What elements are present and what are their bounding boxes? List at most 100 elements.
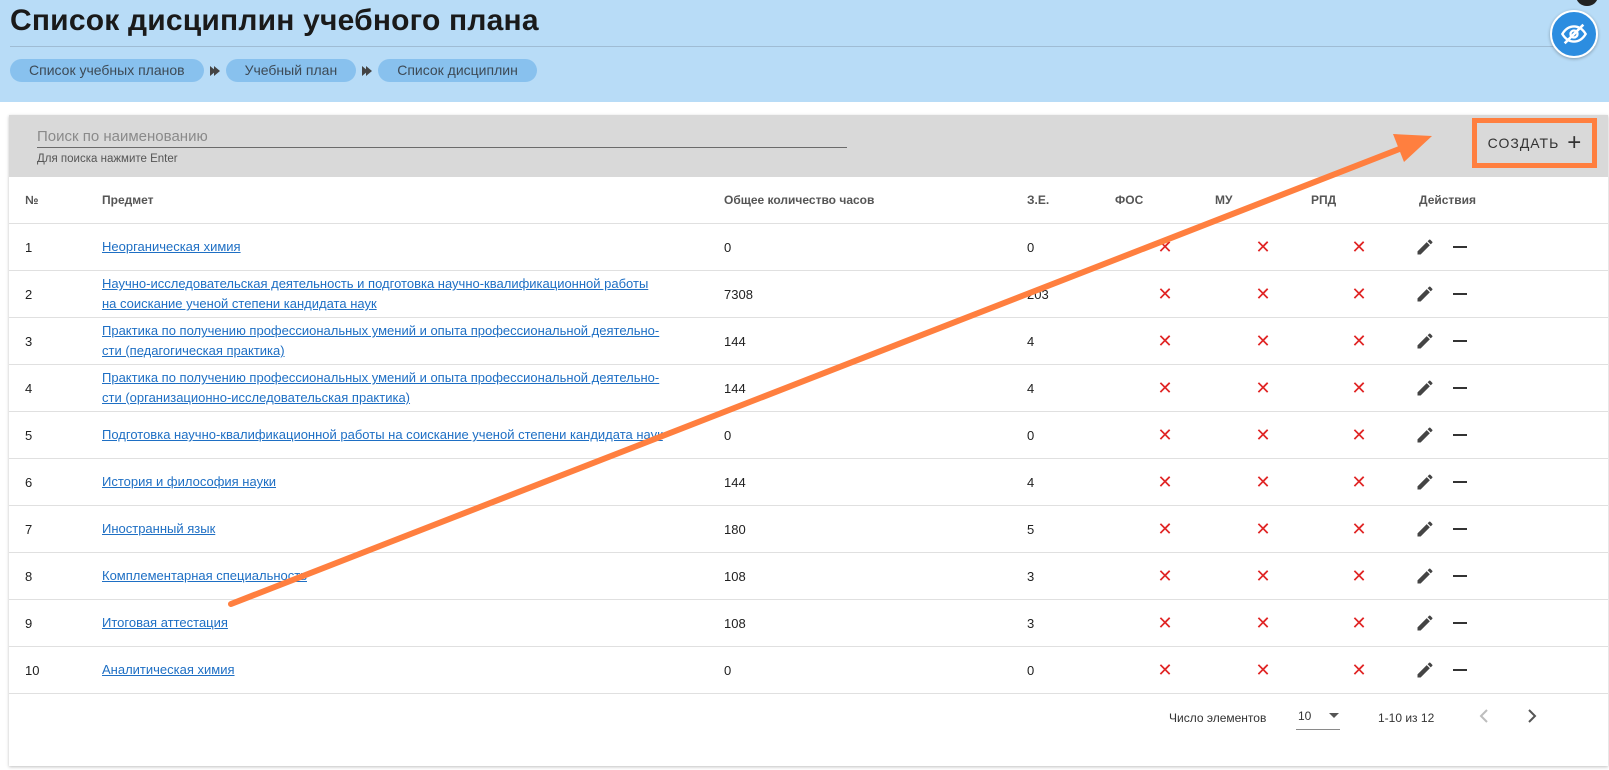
row-actions	[1407, 284, 1608, 304]
edit-icon[interactable]	[1415, 425, 1435, 445]
subject-link[interactable]: Иностранный язык	[102, 521, 215, 536]
close-icon: ✕	[1157, 612, 1173, 633]
visibility-toggle-button[interactable]	[1550, 10, 1598, 58]
minus-icon[interactable]	[1453, 528, 1467, 530]
minus-icon[interactable]	[1453, 481, 1467, 483]
subject-link-line: Практика по получению профессиональных у…	[102, 370, 660, 385]
rpd-cell: ✕	[1311, 599, 1407, 647]
minus-icon[interactable]	[1453, 434, 1467, 436]
subject-link[interactable]: Практика по получению профессиональных у…	[102, 370, 659, 405]
subject-link-line: Подготовка научно-квалификационной работ…	[102, 427, 663, 442]
subject-link-line: сти (организационно-исследовательская пр…	[102, 390, 411, 405]
subject-link[interactable]: Подготовка научно-квалификационной работ…	[102, 427, 663, 442]
actions-cell	[1407, 458, 1608, 506]
subject-link-line: Комплементарная специальность	[102, 568, 307, 583]
mu-cell: ✕	[1215, 364, 1311, 412]
disciplines-card: Для поиска нажмите Enter СОЗДАТЬ + № Пре…	[9, 115, 1608, 766]
edit-icon[interactable]	[1415, 566, 1435, 586]
edit-icon[interactable]	[1415, 331, 1435, 351]
column-header-ze[interactable]: З.Е.	[1027, 177, 1115, 224]
fos-cell: ✕	[1115, 317, 1215, 365]
actions-cell	[1407, 223, 1608, 271]
close-icon: ✕	[1255, 565, 1271, 586]
close-icon: ✕	[1351, 377, 1367, 398]
hours-cell: 144	[724, 317, 1027, 365]
edit-icon[interactable]	[1415, 237, 1435, 257]
avatar	[1576, 0, 1598, 6]
minus-icon[interactable]	[1453, 622, 1467, 624]
minus-icon[interactable]	[1453, 387, 1467, 389]
table-row: 3 Практика по получению профессиональных …	[9, 317, 1608, 365]
column-header-hours[interactable]: Общее количество часов	[724, 177, 1027, 224]
chevron-right-icon	[1528, 709, 1537, 723]
table-body: 1 Неорганическая химия 0 0 ✕ ✕ ✕ 2 Научно-исслед…	[9, 223, 1608, 694]
close-icon: ✕	[1351, 518, 1367, 539]
rpd-cell: ✕	[1311, 411, 1407, 459]
breadcrumb-study-plans-list[interactable]: Список учебных планов	[10, 59, 204, 82]
hours-cell: 144	[724, 458, 1027, 506]
table-row: 7 Иностранный язык 180 5 ✕ ✕ ✕	[9, 505, 1608, 553]
column-header-rpd[interactable]: РПД	[1311, 177, 1407, 224]
table-row: 5 Подготовка научно-квалификационной рабо…	[9, 411, 1608, 459]
row-actions	[1407, 378, 1608, 398]
close-icon: ✕	[1157, 377, 1173, 398]
dropdown-arrow-icon	[1329, 713, 1339, 718]
close-icon: ✕	[1351, 236, 1367, 257]
subject-cell: Научно-исследовательская деятельность и …	[102, 270, 724, 318]
minus-icon[interactable]	[1453, 293, 1467, 295]
rpd-cell: ✕	[1311, 646, 1407, 694]
column-header-number[interactable]: №	[9, 177, 102, 224]
edit-icon[interactable]	[1415, 472, 1435, 492]
column-header-fos[interactable]: ФОС	[1115, 177, 1215, 224]
create-button[interactable]: СОЗДАТЬ +	[1472, 118, 1597, 168]
close-icon: ✕	[1157, 236, 1173, 257]
edit-icon[interactable]	[1415, 378, 1435, 398]
actions-cell	[1407, 270, 1608, 318]
ze-cell: 3	[1027, 552, 1115, 600]
minus-icon[interactable]	[1453, 340, 1467, 342]
close-icon: ✕	[1255, 659, 1271, 680]
row-actions	[1407, 237, 1608, 257]
subject-link[interactable]: История и философия науки	[102, 474, 276, 489]
minus-icon[interactable]	[1453, 246, 1467, 248]
minus-icon[interactable]	[1453, 575, 1467, 577]
subject-link-line: на соискание ученой степени кандидата на…	[102, 296, 377, 311]
mu-cell: ✕	[1215, 505, 1311, 553]
breadcrumb-study-plan[interactable]: Учебный план	[225, 59, 357, 82]
column-header-mu[interactable]: МУ	[1215, 177, 1311, 224]
title-divider	[10, 46, 1595, 47]
column-header-subject[interactable]: Предмет	[102, 177, 724, 224]
row-actions	[1407, 472, 1608, 492]
breadcrumb-disciplines-list[interactable]: Список дисциплин	[378, 59, 537, 82]
subject-link[interactable]: Практика по получению профессиональных у…	[102, 323, 659, 358]
previous-page-button[interactable]	[1475, 706, 1495, 729]
paginator: Число элементов 10 1-10 из 12	[9, 693, 1608, 743]
edit-icon[interactable]	[1415, 519, 1435, 539]
subject-link[interactable]: Итоговая аттестация	[102, 615, 228, 630]
edit-icon[interactable]	[1415, 613, 1435, 633]
subject-cell: Практика по получению профессиональных у…	[102, 317, 724, 365]
edit-icon[interactable]	[1415, 284, 1435, 304]
mu-cell: ✕	[1215, 458, 1311, 506]
breadcrumb-separator-icon	[204, 65, 226, 77]
fos-cell: ✕	[1115, 270, 1215, 318]
table-row: 6 История и философия науки 144 4 ✕ ✕ ✕	[9, 458, 1608, 506]
chevron-left-icon	[1479, 709, 1488, 723]
actions-cell	[1407, 317, 1608, 365]
next-page-button[interactable]	[1521, 706, 1541, 729]
page-size-select[interactable]: 10	[1296, 703, 1340, 730]
row-actions	[1407, 331, 1608, 351]
actions-cell	[1407, 552, 1608, 600]
edit-icon[interactable]	[1415, 660, 1435, 680]
table-header-row: № Предмет Общее количество часов З.Е. ФО…	[9, 177, 1608, 224]
subject-link[interactable]: Неорганическая химия	[102, 239, 241, 254]
search-input[interactable]	[37, 125, 847, 148]
subject-link[interactable]: Комплементарная специальность	[102, 568, 307, 583]
subject-link-line: Практика по получению профессиональных у…	[102, 323, 660, 338]
subject-link[interactable]: Аналитическая химия	[102, 662, 235, 677]
close-icon: ✕	[1351, 471, 1367, 492]
minus-icon[interactable]	[1453, 669, 1467, 671]
subject-link[interactable]: Научно-исследовательская деятельность и …	[102, 276, 648, 311]
ze-cell: 4	[1027, 364, 1115, 412]
rpd-cell: ✕	[1311, 364, 1407, 412]
